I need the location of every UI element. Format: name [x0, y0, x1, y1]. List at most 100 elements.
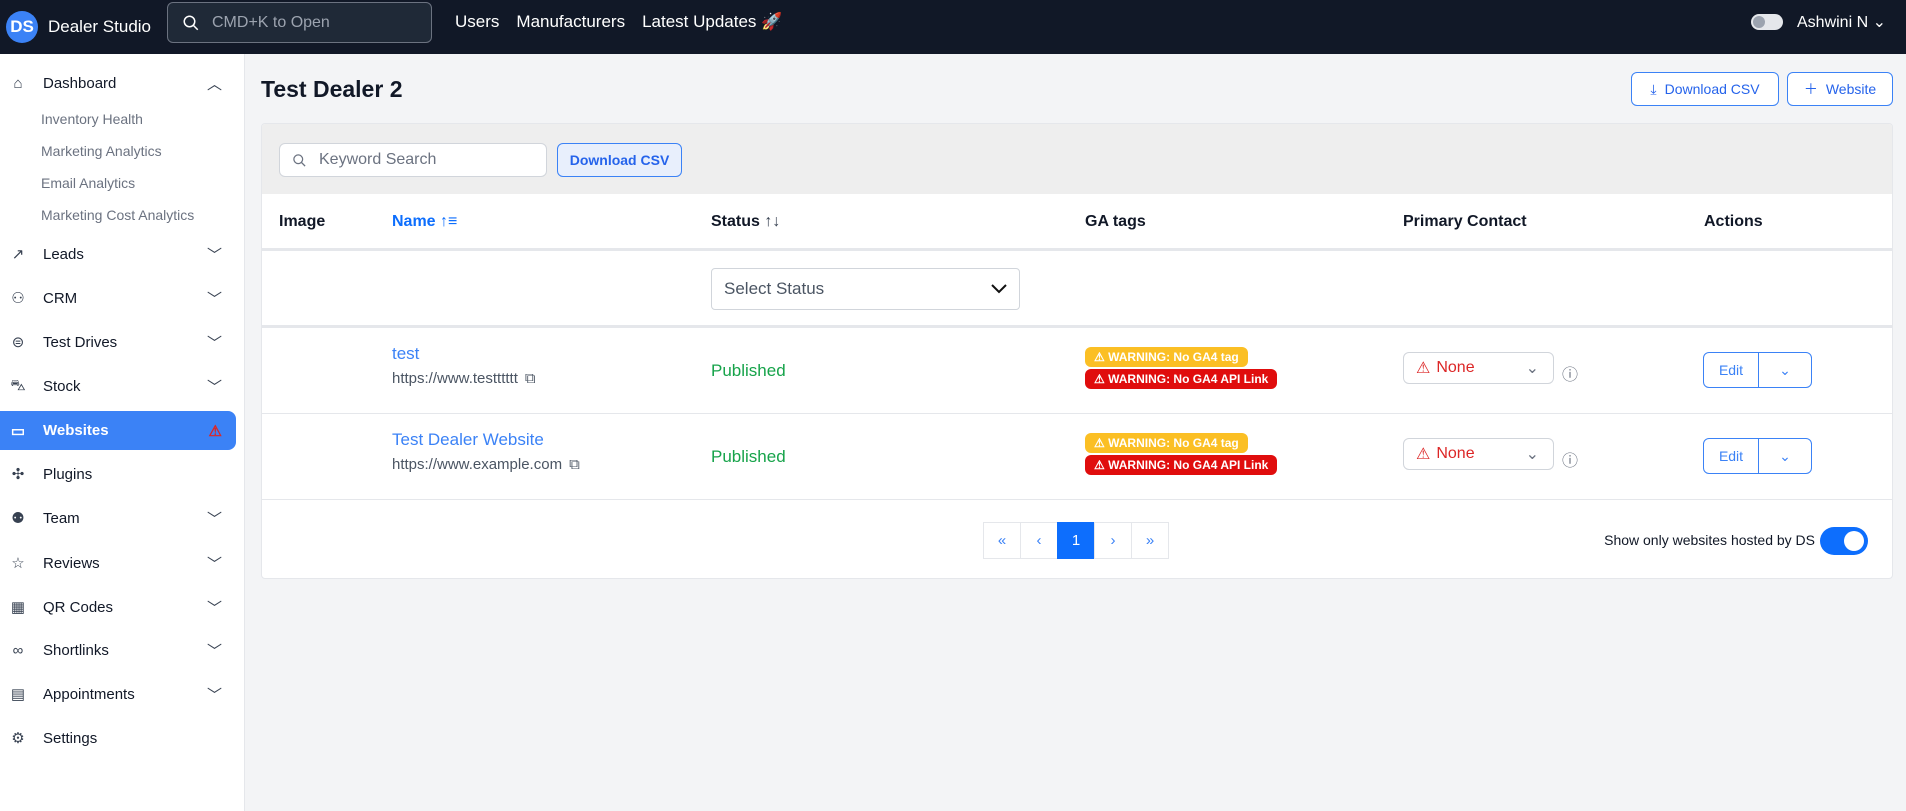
first-page-button[interactable]: «	[983, 522, 1021, 559]
sidebar-item-label: Dashboard	[43, 74, 117, 92]
website-url-text: https://www.testttttt	[392, 370, 518, 387]
sidebar-item-websites[interactable]: ▭ Websites ⚠	[0, 411, 236, 450]
website-name-link[interactable]: test	[392, 344, 419, 364]
warning-badge-ga4-tag: ⚠ WARNING: No GA4 tag	[1085, 347, 1248, 367]
puzzle-icon: ✣	[11, 466, 25, 483]
chevron-down-icon: ﹀	[206, 642, 222, 660]
command-search[interactable]: CMD+K to Open	[167, 2, 432, 43]
chevron-down-icon: ﹀	[206, 378, 222, 396]
user-name: Ashwini N	[1797, 14, 1869, 31]
chevron-down-icon: ﹀	[206, 555, 222, 573]
sidebar-sub-inventory-health[interactable]: Inventory Health	[41, 111, 143, 127]
add-website-label: Website	[1825, 81, 1877, 97]
team-icon: ⚉	[11, 510, 25, 527]
last-page-button[interactable]: »	[1131, 522, 1169, 559]
sidebar-item-reviews[interactable]: ☆ Reviews ﹀	[0, 544, 236, 582]
sidebar-sub-email-analytics[interactable]: Email Analytics	[41, 175, 135, 191]
table-download-csv-button[interactable]: Download CSV	[557, 143, 682, 177]
actions-dropdown-chevron-icon[interactable]: ⌄	[1759, 353, 1811, 387]
sidebar-item-shortlinks[interactable]: ∞ Shortlinks ﹀	[0, 631, 236, 669]
chevron-down-icon	[991, 279, 1007, 299]
edit-button-group: Edit ⌄	[1703, 438, 1812, 474]
sidebar-item-leads[interactable]: ↗ Leads ﹀	[0, 235, 236, 273]
page-1-button[interactable]: 1	[1057, 522, 1095, 559]
hosted-toggle[interactable]	[1820, 527, 1868, 555]
search-placeholder: Keyword Search	[319, 151, 437, 168]
chevron-down-icon: ﹀	[206, 510, 222, 528]
download-csv-button[interactable]: ⤓ Download CSV	[1631, 72, 1779, 106]
sidebar-item-stock[interactable]: ⛍ Stock ﹀	[0, 367, 236, 405]
sidebar-item-plugins[interactable]: ✣ Plugins	[0, 455, 236, 493]
brand-name[interactable]: Dealer Studio	[48, 17, 151, 37]
edit-button[interactable]: Edit	[1704, 439, 1759, 473]
search-icon	[293, 153, 306, 167]
status-badge: Published	[711, 361, 786, 380]
edit-button[interactable]: Edit	[1704, 353, 1759, 387]
warning-text: WARNING: No GA4 tag	[1108, 350, 1239, 364]
user-menu[interactable]: Ashwini N ⌄	[1797, 12, 1886, 32]
gear-icon: ⚙	[11, 730, 25, 747]
sidebar-item-label: Appointments	[43, 685, 135, 703]
sidebar-item-label: Test Drives	[43, 333, 118, 351]
sidebar-item-label: Websites	[43, 422, 109, 439]
info-icon[interactable]: ⓘ	[1562, 447, 1578, 471]
chevron-down-icon: ⌄	[1525, 446, 1539, 463]
copy-icon[interactable]: ⧉	[525, 370, 536, 387]
home-icon: ⌂	[13, 74, 23, 92]
status-filter-select[interactable]: Select Status	[711, 268, 1020, 310]
chevron-up-icon: ︿	[206, 75, 222, 93]
chevron-down-icon: ﹀	[206, 599, 222, 617]
primary-contact-select[interactable]: ⚠ None ⌄	[1403, 352, 1554, 384]
actions-dropdown-chevron-icon[interactable]: ⌄	[1759, 439, 1811, 473]
col-status[interactable]: Status ↑↓	[711, 213, 780, 231]
chevron-down-icon: ﹀	[206, 686, 222, 704]
warning-icon: ⚠	[1416, 446, 1431, 463]
primary-contact-select[interactable]: ⚠ None ⌄	[1403, 438, 1554, 470]
nav-manufacturers[interactable]: Manufacturers	[516, 12, 625, 32]
next-page-button[interactable]: ›	[1094, 522, 1132, 559]
chevron-down-icon: ﹀	[206, 334, 222, 352]
table-row: test https://www.testttttt ⧉ Published ⚠ …	[262, 328, 1892, 414]
copy-icon[interactable]: ⧉	[569, 456, 580, 473]
warning-text: WARNING: No GA4 API Link	[1108, 372, 1269, 386]
sidebar-item-team[interactable]: ⚉ Team ﹀	[0, 499, 236, 537]
sidebar-item-label: Shortlinks	[43, 641, 109, 659]
sidebar-item-label: Stock	[43, 377, 81, 395]
chevron-down-icon: ⌄	[1872, 14, 1886, 31]
col-name-label: Name	[392, 213, 436, 230]
search-icon	[183, 15, 199, 30]
monitor-icon: ▭	[10, 422, 26, 440]
col-name[interactable]: Name ↑≡	[392, 213, 457, 231]
sidebar-item-settings[interactable]: ⚙ Settings	[0, 719, 236, 757]
sidebar-item-test-drives[interactable]: ⊜ Test Drives ﹀	[0, 323, 236, 361]
sidebar-sub-marketing-cost-analytics[interactable]: Marketing Cost Analytics	[41, 207, 194, 223]
keyword-search-input[interactable]: Keyword Search	[279, 143, 547, 177]
sidebar-item-label: Team	[43, 509, 80, 527]
sidebar-item-crm[interactable]: ⚇ CRM ﹀	[0, 279, 236, 317]
sidebar: ⌂ Dashboard ︿ Inventory Health Marketing A…	[0, 54, 245, 811]
warning-badge-ga4-api: ⚠ WARNING: No GA4 API Link	[1085, 369, 1278, 389]
sidebar-item-label: Leads	[43, 245, 84, 263]
add-website-button[interactable]: ＋ Website	[1787, 72, 1893, 106]
users-icon: ⚇	[11, 290, 25, 307]
chevron-down-icon: ﹀	[206, 246, 222, 264]
logo[interactable]: DS	[6, 11, 38, 43]
nav-users[interactable]: Users	[455, 12, 499, 32]
sidebar-sub-marketing-analytics[interactable]: Marketing Analytics	[41, 143, 162, 159]
filter-row: Select Status	[262, 251, 1892, 328]
table-row: Test Dealer Website https://www.example.…	[262, 414, 1892, 500]
theme-toggle[interactable]	[1751, 14, 1783, 30]
steering-wheel-icon: ⊜	[11, 334, 25, 351]
info-icon[interactable]: ⓘ	[1562, 361, 1578, 385]
website-url: https://www.testttttt ⧉	[392, 370, 536, 387]
sort-icon: ↑↓	[764, 213, 781, 230]
sidebar-item-dashboard[interactable]: ⌂ Dashboard ︿	[0, 64, 236, 102]
sidebar-item-appointments[interactable]: ▤ Appointments ﹀	[0, 675, 236, 713]
warning-text: WARNING: No GA4 tag	[1108, 436, 1239, 450]
sidebar-item-qr-codes[interactable]: ▦ QR Codes ﹀	[0, 588, 236, 626]
nav-latest-updates[interactable]: Latest Updates 🚀	[642, 12, 782, 32]
website-name-link[interactable]: Test Dealer Website	[392, 430, 544, 450]
download-icon: ⤓	[1650, 80, 1657, 97]
prev-page-button[interactable]: ‹	[1020, 522, 1058, 559]
page-title: Test Dealer 2	[261, 76, 403, 102]
